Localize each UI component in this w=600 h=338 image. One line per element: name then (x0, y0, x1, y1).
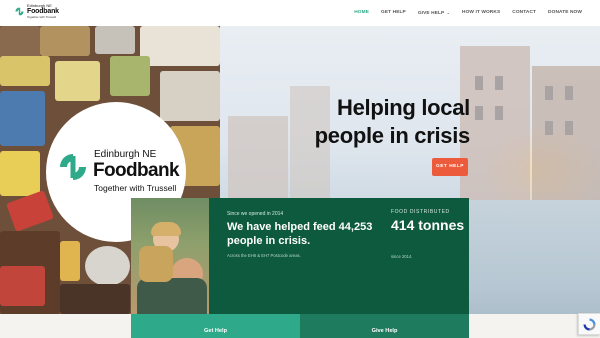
window (495, 106, 503, 120)
badge-line2: Foodbank (93, 160, 180, 181)
nav-contact[interactable]: CONTACT (512, 10, 536, 16)
stats-panel: Since we opened in 2014 We have helped f… (209, 198, 469, 314)
food-item (0, 266, 45, 306)
window (565, 121, 573, 135)
nav-give-help-label: GIVE HELP (417, 11, 445, 16)
food-item (110, 56, 150, 96)
recaptcha-icon (583, 318, 596, 331)
site-header: Edinburgh NE Foodbank Together with Trus… (0, 0, 600, 26)
food-item (0, 91, 45, 146)
window (495, 76, 503, 90)
person-shirt (139, 246, 173, 282)
bottom-band: Get Help Give Help (0, 314, 600, 338)
food-item (85, 246, 130, 286)
window (545, 86, 553, 100)
food-item (40, 26, 90, 56)
window (565, 86, 573, 100)
person-hair (151, 222, 181, 236)
site-logo[interactable]: Edinburgh NE Foodbank Together with Trus… (14, 4, 59, 19)
food-item (0, 56, 50, 86)
get-help-button[interactable]: GET HELP (432, 158, 468, 176)
nav-get-help[interactable]: GET HELP (381, 10, 406, 16)
get-help-tile[interactable]: Get Help (131, 314, 300, 338)
family-photo (131, 198, 209, 314)
window (475, 76, 483, 90)
nav-home[interactable]: HOME (354, 10, 369, 16)
foodbank-logo-icon (15, 7, 24, 16)
logo-line2: Foodbank (27, 8, 59, 15)
food-item (140, 26, 220, 66)
window (475, 106, 483, 120)
people-helped: We have helped feed 44,253 people in cri… (227, 221, 373, 247)
food-item (95, 26, 135, 54)
building (460, 46, 530, 226)
person-shirt (137, 278, 207, 314)
logo-line3: Together with Trussell (27, 15, 57, 19)
badge-line3: Together with Trussell (94, 183, 177, 193)
postcode-areas: Across the EH6 & EH7 Postcode areas. (227, 253, 301, 258)
badge-line1: Edinburgh NE (94, 149, 157, 160)
food-item (60, 284, 130, 314)
chevron-down-icon: ⌄ (445, 10, 450, 15)
give-help-tile[interactable]: Give Help (300, 314, 469, 338)
hero-headline: Helping local people in crisis (314, 95, 471, 148)
nav-donate-now[interactable]: DONATE NOW (548, 10, 582, 16)
food-distributed-value: 414 tonnes (391, 217, 465, 233)
food-item (60, 241, 80, 281)
food-item (6, 190, 54, 232)
food-item (0, 151, 40, 196)
nav-how-it-works[interactable]: HOW IT WORKS (462, 10, 500, 16)
food-item (55, 61, 100, 101)
main-nav: HOME GET HELP GIVE HELP ⌄ HOW IT WORKS C… (354, 10, 582, 16)
foodbank-logo-icon (60, 154, 86, 180)
food-distributed-label: FOOD DISTRIBUTED (391, 209, 450, 215)
food-since: since 2014. (391, 254, 413, 259)
nav-give-help[interactable]: GIVE HELP ⌄ (418, 10, 450, 16)
food-item (160, 71, 220, 121)
people-since: Since we opened in 2014 (227, 211, 284, 217)
hero-section: Edinburgh NE Foodbank Together with Trus… (0, 26, 600, 314)
recaptcha-badge[interactable] (578, 313, 600, 335)
window (545, 121, 553, 135)
